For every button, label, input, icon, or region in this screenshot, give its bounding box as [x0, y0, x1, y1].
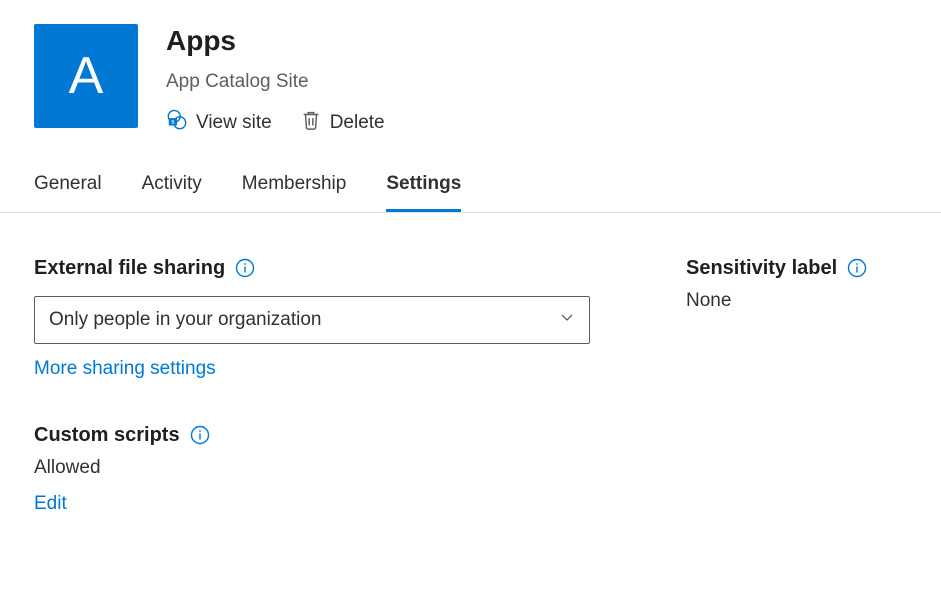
site-subtitle: App Catalog Site	[166, 71, 385, 93]
site-header: A Apps App Catalog Site S View site	[0, 0, 941, 137]
settings-content: External file sharing Only people in you…	[0, 213, 941, 515]
sensitivity-title: Sensitivity label	[686, 257, 837, 280]
tab-activity[interactable]: Activity	[142, 173, 202, 212]
external-sharing-section: External file sharing Only people in you…	[34, 257, 590, 380]
view-site-label: View site	[196, 112, 272, 134]
sensitivity-title-row: Sensitivity label	[686, 257, 867, 280]
header-actions: S View site Delete	[166, 109, 385, 137]
sensitivity-section: Sensitivity label None	[686, 257, 867, 312]
custom-scripts-edit-link[interactable]: Edit	[34, 493, 67, 515]
site-meta: Apps App Catalog Site S View site	[166, 24, 385, 137]
right-column: Sensitivity label None	[686, 257, 867, 515]
view-site-button[interactable]: S View site	[166, 109, 272, 137]
external-sharing-dropdown[interactable]: Only people in your organization	[34, 296, 590, 344]
info-icon[interactable]	[847, 258, 867, 278]
tab-bar: General Activity Membership Settings	[0, 137, 941, 213]
external-sharing-title-row: External file sharing	[34, 257, 590, 280]
site-logo: A	[34, 24, 138, 128]
external-sharing-title: External file sharing	[34, 257, 225, 280]
more-sharing-settings-link[interactable]: More sharing settings	[34, 358, 216, 380]
tab-settings[interactable]: Settings	[386, 173, 461, 212]
left-column: External file sharing Only people in you…	[34, 257, 590, 515]
info-icon[interactable]	[235, 258, 255, 278]
custom-scripts-title-row: Custom scripts	[34, 424, 590, 447]
sharepoint-icon: S	[166, 109, 188, 137]
tab-general[interactable]: General	[34, 173, 102, 212]
custom-scripts-title: Custom scripts	[34, 424, 180, 447]
info-icon[interactable]	[190, 425, 210, 445]
sensitivity-value: None	[686, 290, 867, 312]
trash-icon	[300, 109, 322, 137]
delete-label: Delete	[330, 112, 385, 134]
external-sharing-value: Only people in your organization	[49, 309, 322, 331]
site-logo-letter: A	[69, 46, 104, 106]
tab-membership[interactable]: Membership	[242, 173, 347, 212]
delete-button[interactable]: Delete	[300, 109, 385, 137]
chevron-down-icon	[559, 309, 575, 331]
custom-scripts-value: Allowed	[34, 457, 590, 479]
site-title: Apps	[166, 26, 385, 57]
custom-scripts-section: Custom scripts Allowed Edit	[34, 424, 590, 515]
